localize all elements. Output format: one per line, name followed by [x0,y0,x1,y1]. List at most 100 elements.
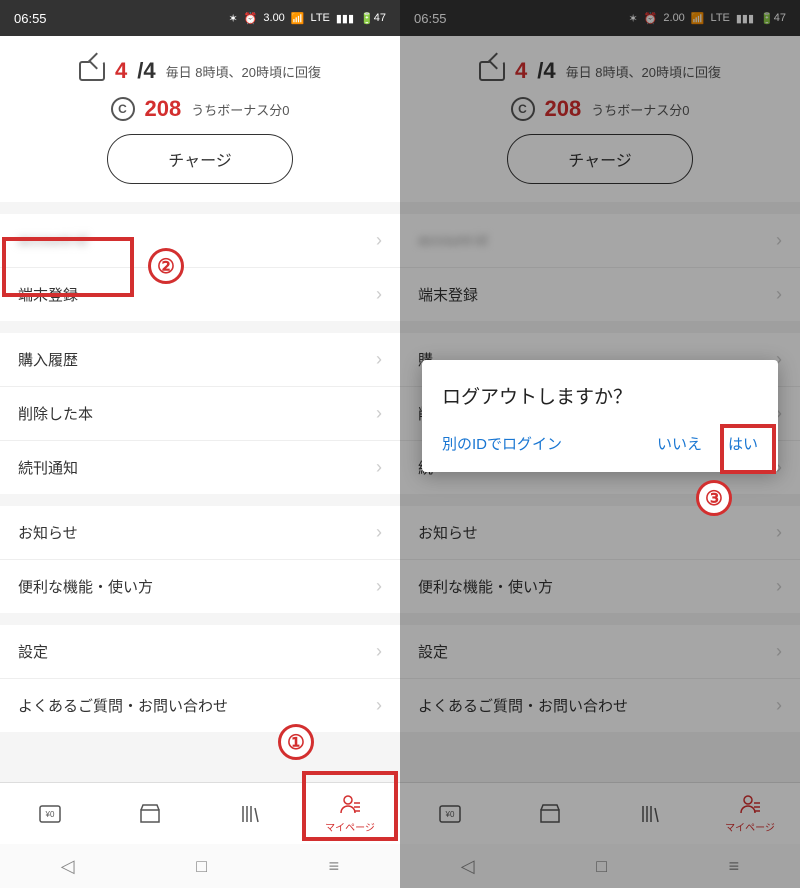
menu-faq[interactable]: よくあるご質問・お問い合わせ › [400,679,800,732]
charge-button[interactable]: チャージ [507,134,693,184]
nav-mypage[interactable]: マイページ [700,783,800,844]
ticket-row: 4 /4 毎日 8時頃、20時頃に回復 [479,58,721,84]
system-nav: ◁ □ ≡ [400,844,800,888]
status-icons: ✶ ⏰ 3.00 📶 LTE ▮▮▮ 🔋47 [228,12,386,25]
menu-device[interactable]: 端末登録 › [400,268,800,321]
nav-mypage[interactable]: マイページ [300,783,400,844]
alarm-icon: ⏰ [644,12,658,25]
alarm-icon: ⏰ [244,12,258,25]
coin-amount: 208 [545,96,582,122]
chevron-icon: › [776,576,782,597]
menu-deleted[interactable]: 削除した本 › [0,387,400,441]
faq-label: よくあるご質問・お問い合わせ [418,695,628,716]
help-label: 便利な機能・使い方 [18,576,153,597]
nav-bookshelf[interactable] [200,783,300,844]
nav-mypage-label: マイページ [325,819,375,834]
back-icon[interactable]: ◁ [461,856,475,877]
device-label: 端末登録 [18,284,78,305]
chevron-icon: › [376,576,382,597]
menu-help[interactable]: 便利な機能・使い方 › [0,560,400,613]
help-label: 便利な機能・使い方 [418,576,553,597]
person-icon [336,793,364,817]
section-settings: 設定 › よくあるご質問・お問い合わせ › [400,625,800,732]
charge-button[interactable]: チャージ [107,134,293,184]
annotation-2: ② [148,248,184,284]
ticket-row: 4 /4 毎日 8時頃、20時頃に回復 [79,58,321,84]
ticket-total: /4 [537,58,555,84]
chevron-icon: › [776,522,782,543]
menu-settings[interactable]: 設定 › [400,625,800,679]
history-label: 購入履歴 [18,349,78,370]
coin-row: C 208 うちボーナス分0 [511,96,690,122]
coin-desc: うちボーナス分0 [191,100,289,119]
home-icon[interactable]: □ [596,856,607,877]
phone-left: 06:55 ✶ ⏰ 3.00 📶 LTE ▮▮▮ 🔋47 4 /4 毎日 8時頃… [0,0,400,888]
coin-desc: うちボーナス分0 [591,100,689,119]
svg-text:¥0: ¥0 [45,810,55,819]
recent-icon[interactable]: ≡ [329,856,340,877]
section-account: account-id › 端末登録 › [400,214,800,321]
section-settings: 設定 › よくあるご質問・お問い合わせ › [0,625,400,732]
series-label: 続刊通知 [18,457,78,478]
signal-icon: ▮▮▮ [336,12,354,25]
status-time: 06:55 [414,11,447,26]
account-label: account-id [418,232,487,249]
ticket-icon [79,61,105,81]
menu-news[interactable]: お知らせ › [400,506,800,560]
menu-series[interactable]: 続刊通知 › [0,441,400,494]
nav-free[interactable]: ¥0 [0,783,100,844]
home-icon[interactable]: □ [196,856,207,877]
section-info: お知らせ › 便利な機能・使い方 › [400,506,800,613]
dialog-yes[interactable]: はい [728,433,758,454]
books-icon [636,802,664,826]
news-label: お知らせ [418,522,478,543]
section-library: 購入履歴 › 削除した本 › 続刊通知 › [0,333,400,494]
nav-store[interactable] [100,783,200,844]
chevron-icon: › [376,284,382,305]
annotation-1: ① [278,724,314,760]
ticket-current: 4 [115,58,127,84]
status-bar: 06:55 ✶ ⏰ 2.00 📶 LTE ▮▮▮ 🔋47 [400,0,800,36]
wifi-icon: 📶 [291,12,305,25]
vibrate-icon: ✶ [228,12,237,25]
header-panel: 4 /4 毎日 8時頃、20時頃に回復 C 208 うちボーナス分0 チャージ [400,36,800,202]
chevron-icon: › [376,230,382,251]
account-label: account-id [18,232,87,249]
chevron-icon: › [376,457,382,478]
phone-right: 06:55 ✶ ⏰ 2.00 📶 LTE ▮▮▮ 🔋47 4 /4 毎日 8時頃… [400,0,800,888]
news-label: お知らせ [18,522,78,543]
bottom-nav: ¥0 マイページ [0,782,400,844]
nav-store[interactable] [500,783,600,844]
dialog-title: ログアウトしますか？ [442,382,758,409]
device-label: 端末登録 [418,284,478,305]
menu-help[interactable]: 便利な機能・使い方 › [400,560,800,613]
section-info: お知らせ › 便利な機能・使い方 › [0,506,400,613]
menu-settings[interactable]: 設定 › [0,625,400,679]
bottom-nav: ¥0 マイページ [400,782,800,844]
section-account: account-id › 端末登録 › [0,214,400,321]
battery-icon: 🔋47 [360,12,386,25]
battery-icon: 🔋47 [760,12,786,25]
menu-account[interactable]: account-id › [0,214,400,268]
free-icon: ¥0 [36,802,64,826]
menu-device[interactable]: 端末登録 › [0,268,400,321]
chevron-icon: › [376,403,382,424]
menu-news[interactable]: お知らせ › [0,506,400,560]
settings-label: 設定 [418,641,448,662]
status-time: 06:55 [14,11,47,26]
store-icon [136,802,164,826]
header-panel: 4 /4 毎日 8時頃、20時頃に回復 C 208 うちボーナス分0 チャージ [0,36,400,202]
recent-icon[interactable]: ≡ [729,856,740,877]
back-icon[interactable]: ◁ [61,856,75,877]
ticket-desc: 毎日 8時頃、20時頃に回復 [566,62,721,81]
ticket-total: /4 [137,58,155,84]
nav-bookshelf[interactable] [600,783,700,844]
nav-free[interactable]: ¥0 [400,783,500,844]
free-icon: ¥0 [436,802,464,826]
menu-faq[interactable]: よくあるご質問・お問い合わせ › [0,679,400,732]
menu-history[interactable]: 購入履歴 › [0,333,400,387]
menu-account[interactable]: account-id › [400,214,800,268]
coin-row: C 208 うちボーナス分0 [111,96,290,122]
dialog-no[interactable]: いいえ [657,433,702,454]
dialog-other-id[interactable]: 別のIDでログイン [442,433,562,454]
